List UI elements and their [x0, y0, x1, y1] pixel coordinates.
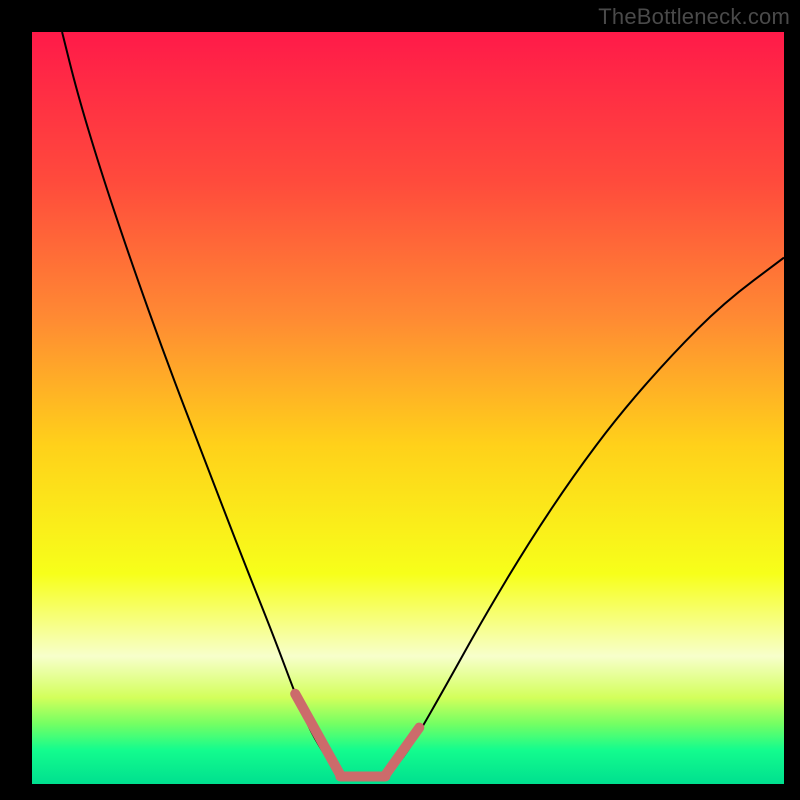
plot-svg	[32, 32, 784, 784]
gradient-background	[32, 32, 784, 784]
chart-stage: TheBottleneck.com	[0, 0, 800, 800]
watermark-text: TheBottleneck.com	[598, 4, 790, 30]
plot-area	[32, 32, 784, 784]
